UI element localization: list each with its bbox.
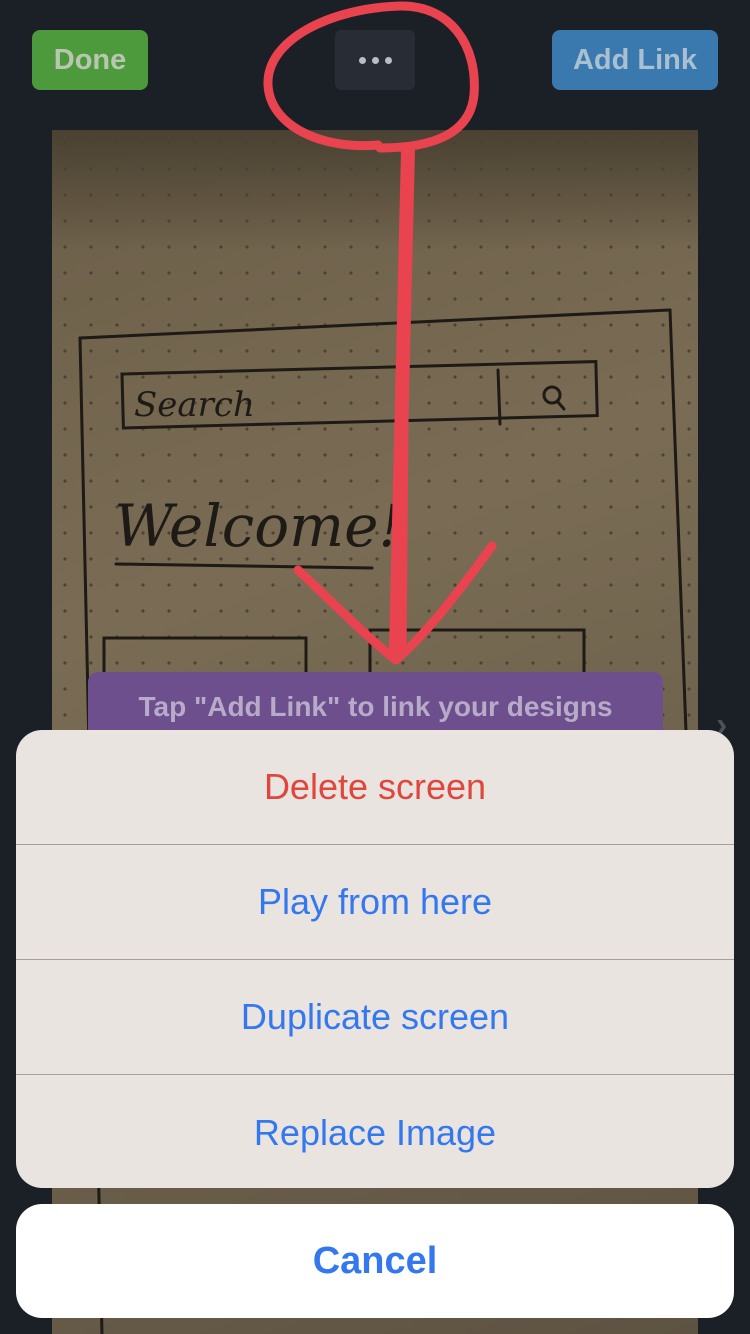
done-button[interactable]: Done — [32, 30, 148, 90]
add-link-button[interactable]: Add Link — [552, 30, 718, 90]
action-sheet: Delete screen Play from here Duplicate s… — [16, 730, 734, 1188]
sketch-frame-top — [78, 308, 672, 340]
ellipsis-icon — [358, 56, 392, 64]
more-options-button[interactable] — [335, 30, 415, 90]
sketch-welcome-underline — [114, 562, 374, 570]
replace-image-button[interactable]: Replace Image — [16, 1075, 734, 1188]
delete-screen-button[interactable]: Delete screen — [16, 730, 734, 845]
top-toolbar: Done Add Link — [0, 0, 750, 120]
play-from-here-button[interactable]: Play from here — [16, 845, 734, 960]
sketch-search-text: Search — [134, 385, 255, 425]
cancel-button[interactable]: Cancel — [16, 1204, 734, 1318]
sketch-welcome-text: Welcome! — [114, 492, 402, 560]
duplicate-screen-button[interactable]: Duplicate screen — [16, 960, 734, 1075]
sketch-search-divider — [496, 368, 502, 426]
